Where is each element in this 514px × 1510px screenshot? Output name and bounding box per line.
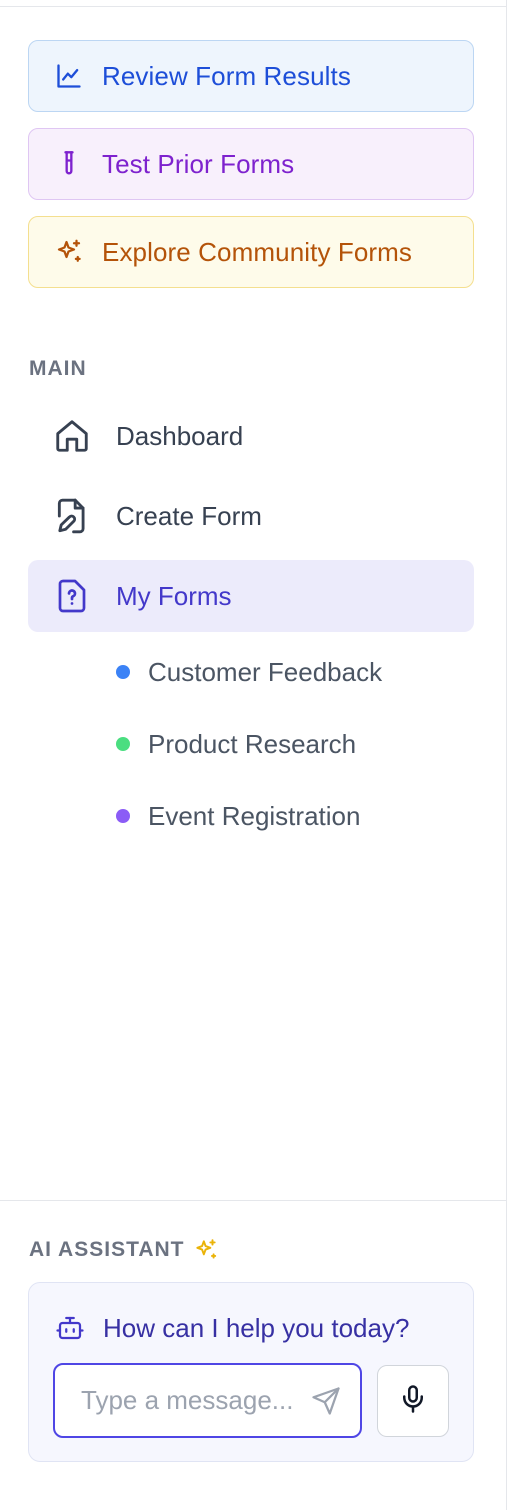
form-item-label: Customer Feedback bbox=[148, 656, 383, 687]
status-dot bbox=[116, 809, 130, 823]
explore-community-forms-button[interactable]: Explore Community Forms bbox=[28, 216, 474, 288]
sidebar-item-label: Dashboard bbox=[116, 420, 244, 451]
sparkles-icon bbox=[54, 237, 84, 267]
test-prior-forms-label: Test Prior Forms bbox=[102, 148, 295, 179]
file-edit-icon bbox=[52, 496, 92, 536]
chart-line-icon bbox=[54, 61, 84, 91]
sidebar-item-label: My Forms bbox=[116, 580, 232, 611]
message-input-box[interactable] bbox=[53, 1363, 362, 1438]
form-item-product-research[interactable]: Product Research bbox=[116, 724, 356, 764]
status-dot bbox=[116, 665, 130, 679]
form-item-label: Product Research bbox=[148, 728, 357, 759]
assistant-divider bbox=[0, 1200, 507, 1201]
home-icon bbox=[52, 416, 92, 456]
ai-assistant-prompt: How can I help you today? bbox=[53, 1311, 409, 1345]
ai-assistant-label: AI ASSISTANT bbox=[29, 1237, 219, 1263]
status-dot bbox=[116, 737, 130, 751]
file-question-icon bbox=[52, 576, 92, 616]
sidebar-item-label: Create Form bbox=[116, 500, 262, 531]
bot-icon bbox=[53, 1311, 87, 1345]
ai-prompt-text: How can I help you today? bbox=[103, 1312, 410, 1343]
sidebar: Review Form Results Test Prior Forms Exp… bbox=[0, 0, 507, 1510]
test-tube-icon bbox=[54, 149, 84, 179]
message-input[interactable] bbox=[81, 1385, 309, 1416]
microphone-icon bbox=[398, 1384, 428, 1419]
sidebar-item-dashboard[interactable]: Dashboard bbox=[28, 400, 474, 472]
test-prior-forms-button[interactable]: Test Prior Forms bbox=[28, 128, 474, 200]
sidebar-item-create-form[interactable]: Create Form bbox=[28, 480, 474, 552]
explore-community-forms-label: Explore Community Forms bbox=[102, 236, 413, 267]
review-form-results-button[interactable]: Review Form Results bbox=[28, 40, 474, 112]
ai-assistant-label-text: AI ASSISTANT bbox=[29, 1238, 185, 1261]
top-divider bbox=[0, 6, 507, 7]
sparkles-icon bbox=[193, 1237, 219, 1263]
microphone-button[interactable] bbox=[377, 1365, 449, 1437]
main-section-label: MAIN bbox=[29, 357, 87, 380]
form-item-event-registration[interactable]: Event Registration bbox=[116, 796, 360, 836]
sidebar-item-my-forms[interactable]: My Forms bbox=[28, 560, 474, 632]
form-item-customer-feedback[interactable]: Customer Feedback bbox=[116, 652, 382, 692]
send-icon[interactable] bbox=[310, 1385, 342, 1417]
form-item-label: Event Registration bbox=[148, 800, 361, 831]
review-form-results-label: Review Form Results bbox=[102, 60, 351, 91]
ai-assistant-card: How can I help you today? bbox=[28, 1282, 474, 1462]
